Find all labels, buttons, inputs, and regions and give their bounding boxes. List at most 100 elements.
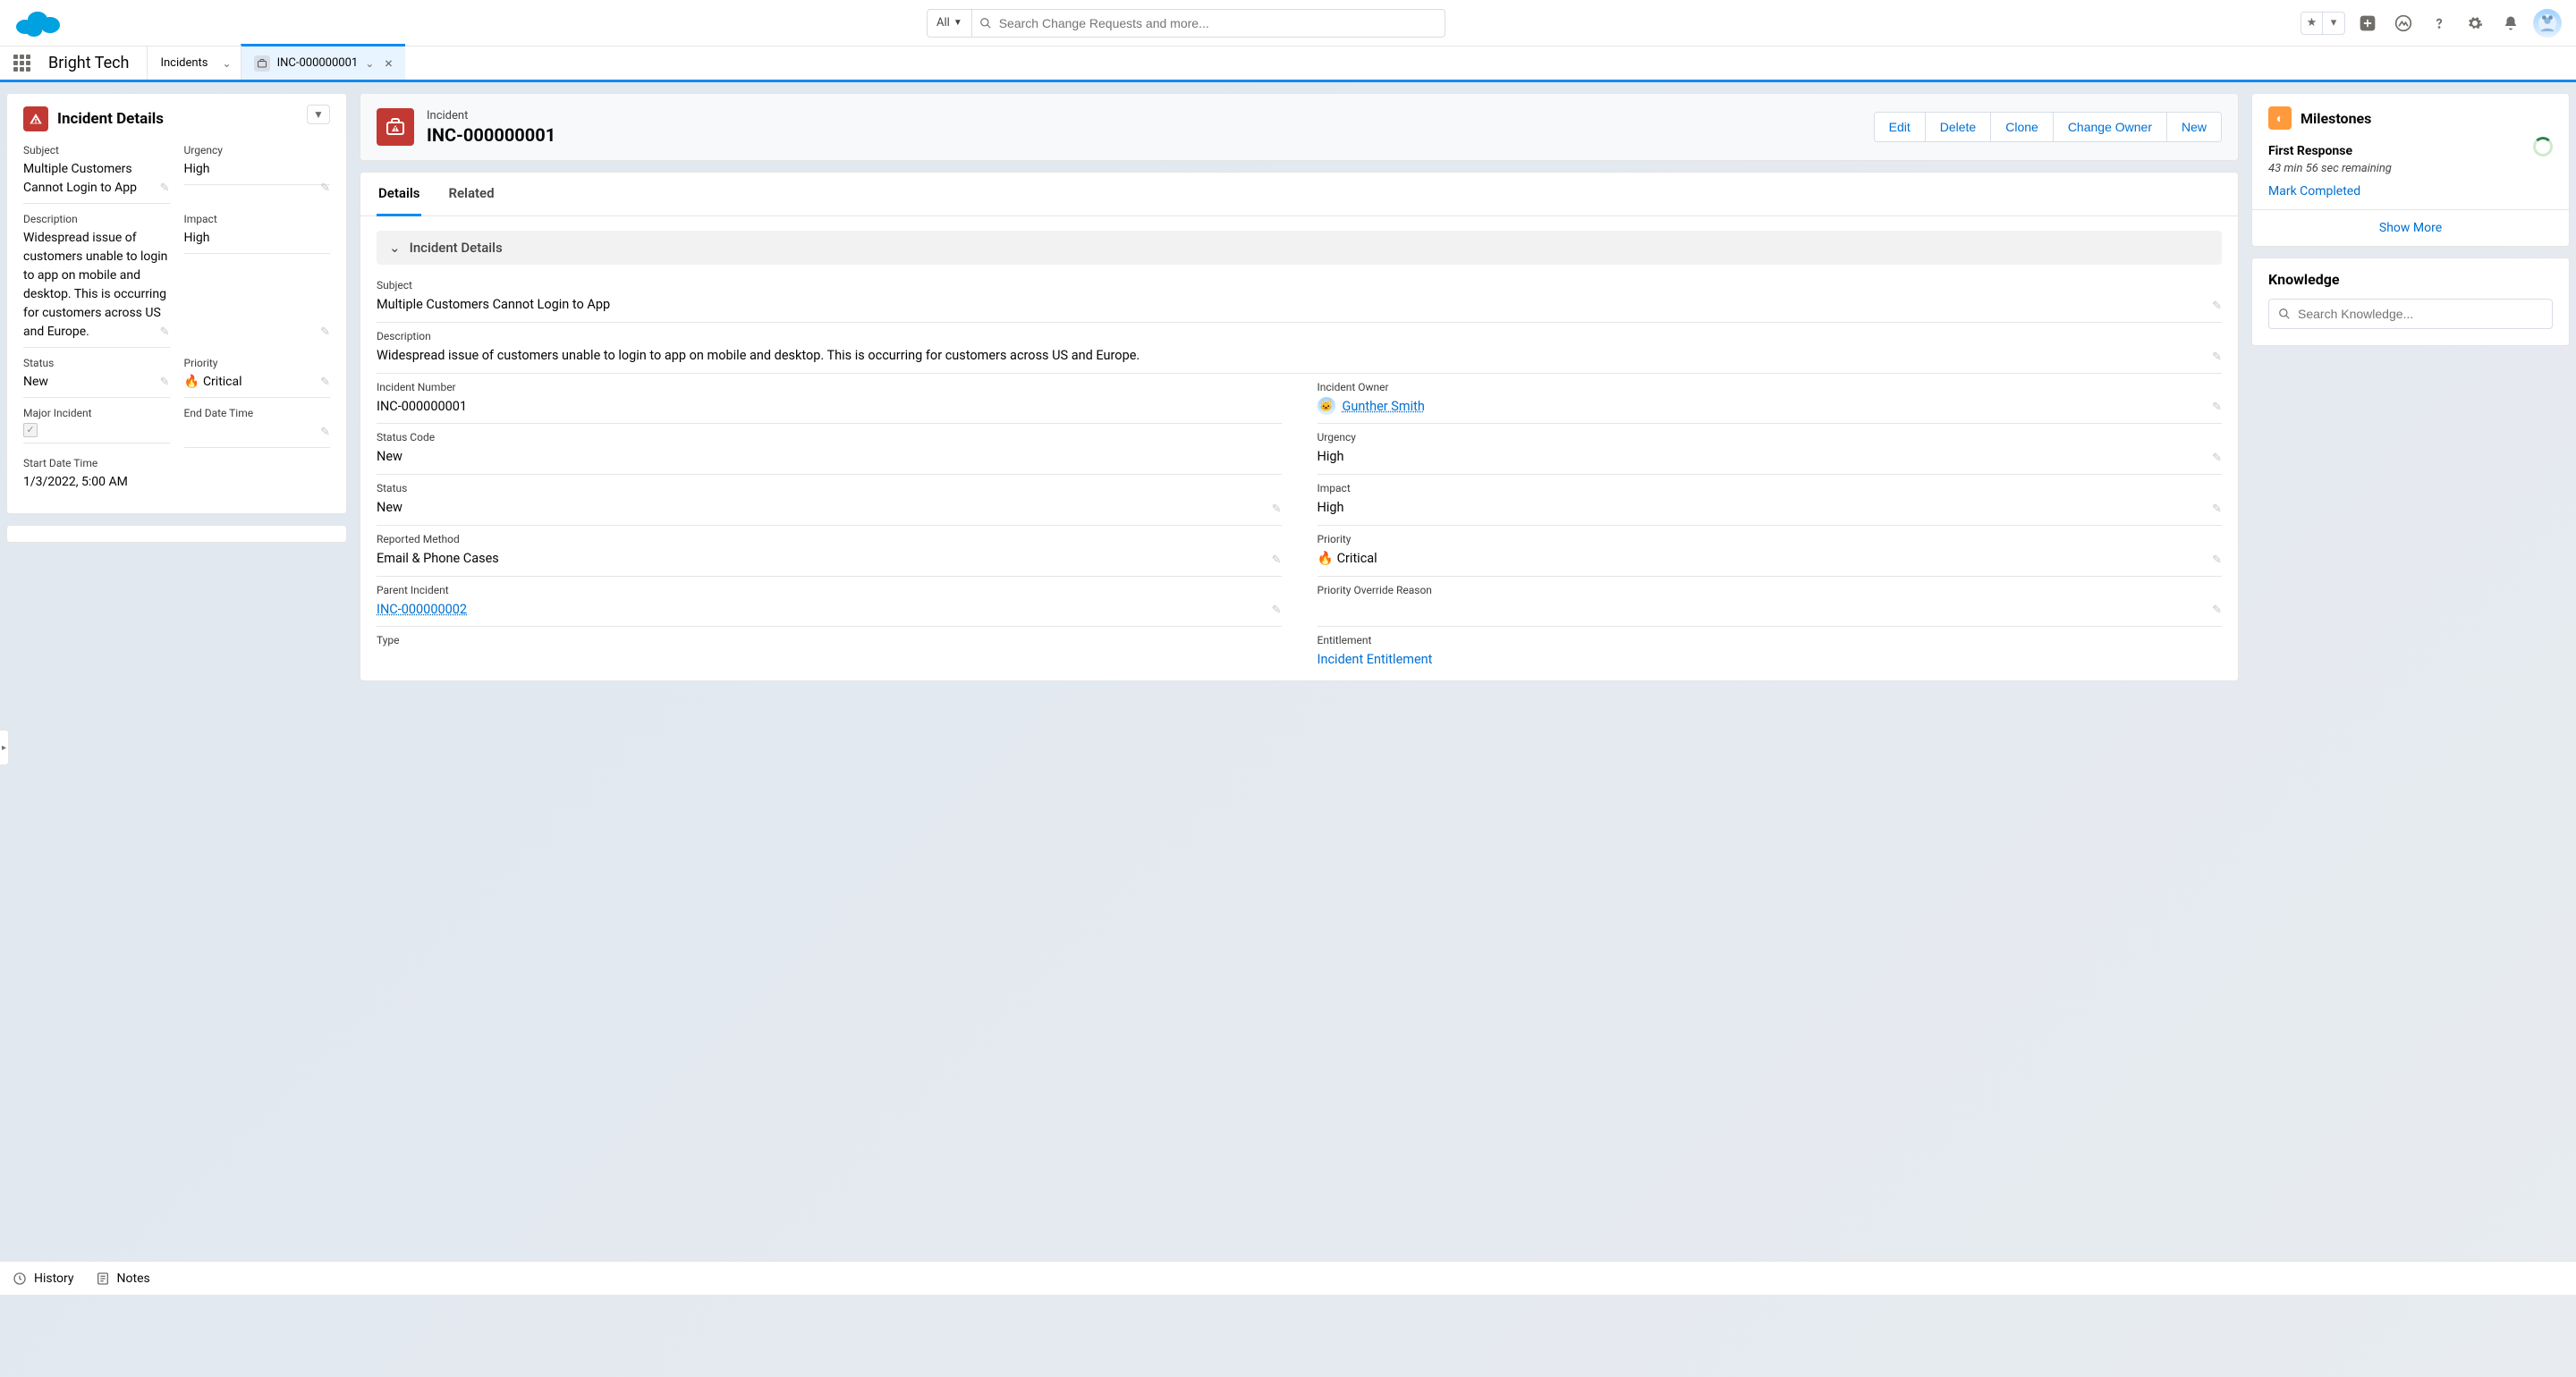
- progress-spinner-icon: [2533, 137, 2553, 156]
- help-icon[interactable]: [2426, 10, 2453, 37]
- salesforce-logo: [14, 7, 61, 39]
- edit-pencil-icon[interactable]: ✎: [160, 376, 170, 389]
- edit-pencil-icon[interactable]: ✎: [2212, 553, 2222, 567]
- section-toggle-incident-details[interactable]: ⌄ Incident Details: [377, 231, 2222, 265]
- show-more-link[interactable]: Show More: [2252, 209, 2569, 246]
- record-highlights-panel: Incident INC-000000001 Edit Delete Clone…: [360, 93, 2239, 161]
- utility-history[interactable]: History: [13, 1271, 74, 1286]
- record-name: INC-000000001: [427, 124, 555, 146]
- favorites-caret-icon[interactable]: ▾: [2323, 13, 2344, 34]
- tab-label: Incidents: [160, 56, 208, 70]
- tab-label: INC-000000001: [277, 56, 359, 70]
- milestone-name: First Response: [2268, 144, 2553, 158]
- close-tab-icon[interactable]: ×: [381, 55, 396, 72]
- nav-tab-incidents[interactable]: Incidents ⌄: [147, 46, 240, 80]
- tab-related[interactable]: Related: [446, 173, 496, 215]
- chevron-down-icon: ⌄: [389, 240, 401, 256]
- new-button[interactable]: New: [2166, 113, 2221, 141]
- caret-down-icon: ▼: [953, 18, 962, 28]
- search-icon: [2278, 308, 2291, 320]
- clone-button[interactable]: Clone: [1990, 113, 2053, 141]
- notifications-bell-icon[interactable]: [2497, 10, 2524, 37]
- edit-pencil-icon[interactable]: ✎: [320, 325, 330, 339]
- history-icon: [13, 1271, 27, 1286]
- change-owner-button[interactable]: Change Owner: [2053, 113, 2166, 141]
- subject-value: Multiple Customers Cannot Login to App: [377, 295, 2222, 315]
- status-value: New: [377, 498, 1282, 518]
- priority-value: 🔥Critical: [1318, 549, 2223, 569]
- incident-icon: [377, 108, 414, 146]
- card-menu-button[interactable]: ▼: [307, 105, 330, 124]
- edit-pencil-icon[interactable]: ✎: [2212, 503, 2222, 516]
- incident-number-value: INC-000000001: [377, 397, 1282, 417]
- app-launcher-icon[interactable]: [0, 46, 43, 80]
- edit-pencil-icon[interactable]: ✎: [160, 182, 170, 195]
- milestones-card: ◐ Milestones First Response 43 min 56 se…: [2251, 93, 2570, 247]
- edit-pencil-icon[interactable]: ✎: [320, 426, 330, 439]
- milestone-icon: ◐: [2268, 106, 2292, 130]
- chevron-down-icon[interactable]: ⌄: [365, 57, 374, 70]
- milestone-remaining: 43 min 56 sec remaining: [2268, 162, 2553, 175]
- owner-avatar-icon: 🐱: [1318, 397, 1335, 415]
- context-bar: Bright Tech Incidents ⌄ INC-000000001 ⌄ …: [0, 46, 2576, 82]
- search-scope-label: All: [936, 16, 950, 30]
- knowledge-search[interactable]: [2268, 299, 2553, 329]
- parent-incident-link[interactable]: INC-000000002: [377, 602, 467, 617]
- mark-completed-link[interactable]: Mark Completed: [2268, 184, 2360, 199]
- knowledge-search-input[interactable]: [2298, 307, 2543, 321]
- end-datetime-value: [184, 423, 331, 442]
- edit-pencil-icon[interactable]: ✎: [160, 325, 170, 339]
- edit-pencil-icon[interactable]: ✎: [2212, 300, 2222, 313]
- milestones-title: Milestones: [2301, 110, 2371, 127]
- major-incident-checkbox[interactable]: ✓: [23, 423, 38, 437]
- change-owner-icon[interactable]: ✎: [2212, 401, 2222, 414]
- knowledge-card: Knowledge: [2251, 258, 2570, 346]
- notes-icon: [96, 1271, 110, 1286]
- utility-bar: History Notes: [0, 1261, 2576, 1295]
- global-add-button[interactable]: [2354, 10, 2381, 37]
- edit-pencil-icon[interactable]: ✎: [2212, 604, 2222, 617]
- card-title: Incident Details: [57, 110, 164, 128]
- start-datetime-value: 1/3/2022, 5:00 AM: [23, 473, 330, 492]
- record-detail-card: Details Related ⌄ Incident Details Subje…: [360, 172, 2239, 681]
- setup-gear-icon[interactable]: [2462, 10, 2488, 37]
- search-scope-selector[interactable]: All ▼: [928, 10, 972, 37]
- star-icon[interactable]: ★: [2301, 13, 2323, 34]
- global-header: All ▼ ★ ▾: [0, 0, 2576, 46]
- search-input[interactable]: [999, 16, 1445, 30]
- incident-owner-link[interactable]: Gunther Smith: [1343, 397, 1425, 417]
- edit-pencil-icon[interactable]: ✎: [1272, 553, 1282, 567]
- global-search[interactable]: All ▼: [927, 9, 1445, 38]
- collapsed-card: [6, 525, 347, 543]
- description-value: Widespread issue of customers unable to …: [377, 346, 2222, 366]
- tab-details[interactable]: Details: [377, 173, 421, 216]
- impact-value: High: [184, 229, 331, 248]
- chevron-down-icon[interactable]: ⌄: [223, 57, 232, 70]
- delete-button[interactable]: Delete: [1925, 113, 1990, 141]
- user-avatar[interactable]: [2533, 9, 2562, 38]
- knowledge-title: Knowledge: [2252, 258, 2569, 288]
- edit-pencil-icon[interactable]: ✎: [320, 182, 330, 195]
- urgency-value: High: [184, 160, 331, 179]
- edit-pencil-icon[interactable]: ✎: [2212, 452, 2222, 465]
- search-icon: [972, 17, 999, 30]
- record-action-bar: Edit Delete Clone Change Owner New: [1874, 112, 2222, 142]
- impact-value: High: [1318, 498, 2223, 518]
- reported-method-value: Email & Phone Cases: [377, 549, 1282, 569]
- incident-tab-icon: [254, 55, 270, 72]
- workspace-tab-inc-000000001[interactable]: INC-000000001 ⌄ ×: [241, 44, 405, 80]
- edit-pencil-icon[interactable]: ✎: [1272, 503, 1282, 516]
- urgency-value: High: [1318, 447, 2223, 467]
- incident-details-sidebar-card: ▼ Incident Details Subject Multiple Cust…: [6, 93, 347, 514]
- status-code-value: New: [377, 447, 1282, 467]
- edit-button[interactable]: Edit: [1875, 113, 1925, 141]
- entitlement-link[interactable]: Incident Entitlement: [1318, 652, 1433, 667]
- edit-pencil-icon[interactable]: ✎: [2212, 351, 2222, 364]
- edit-pencil-icon[interactable]: ✎: [320, 376, 330, 389]
- priority-override-value: [1318, 600, 2223, 620]
- description-value: Widespread issue of customers unable to …: [23, 229, 170, 342]
- edit-pencil-icon[interactable]: ✎: [1272, 604, 1282, 617]
- trailhead-icon[interactable]: [2390, 10, 2417, 37]
- favorites-combo[interactable]: ★ ▾: [2301, 12, 2345, 35]
- utility-notes[interactable]: Notes: [96, 1271, 150, 1286]
